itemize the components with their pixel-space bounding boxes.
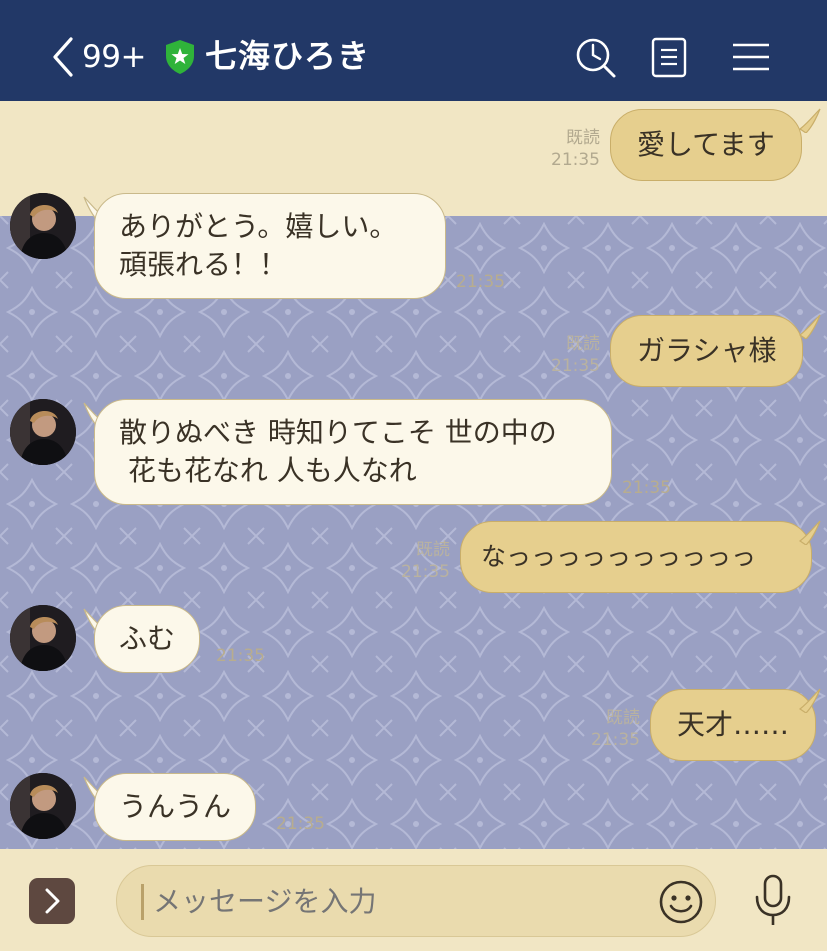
message-time: 21:35 (401, 562, 450, 582)
read-receipt: 既読 (606, 708, 640, 728)
avatar[interactable] (10, 399, 76, 465)
search-button[interactable] (574, 36, 618, 80)
unread-count: 99+ (82, 39, 146, 75)
avatar-image (10, 605, 76, 671)
message-bubble-out[interactable]: ガラシャ様 (610, 315, 804, 387)
message-time: 21:35 (456, 272, 505, 292)
bubble-tail (798, 688, 821, 713)
search-clock-icon (576, 38, 616, 78)
message-composer (0, 849, 827, 951)
message-text: なっっっっっっっっっっ (481, 542, 757, 571)
menu-icon (733, 43, 769, 71)
notes-button[interactable] (648, 36, 692, 80)
message-time: 21:35 (216, 646, 265, 666)
text-caret (141, 884, 144, 920)
message-meta: 既読 21:35 (390, 539, 450, 583)
message-time: 21:35 (591, 730, 640, 750)
message-bubble-out[interactable]: 天才…… (650, 689, 817, 761)
shield-star-icon (166, 40, 194, 74)
avatar-image (10, 399, 76, 465)
message-time: 21:35 (551, 356, 600, 376)
read-receipt: 既読 (416, 540, 450, 560)
expand-button[interactable] (29, 878, 75, 924)
bubble-tail (798, 314, 821, 339)
back-button[interactable]: 99+ (50, 34, 150, 80)
microphone-icon[interactable] (750, 873, 796, 929)
message-time: 21:35 (551, 150, 600, 170)
menu-button[interactable] (730, 36, 774, 80)
message-text: ガラシャ様 (637, 334, 777, 367)
smiley-icon[interactable] (657, 878, 705, 926)
message-text-line: うんうん (119, 790, 232, 823)
message-input-container[interactable] (116, 865, 716, 938)
message-time: 21:35 (622, 478, 671, 498)
message-text-line: 頑張れる！！ (119, 248, 288, 281)
message-input[interactable] (153, 866, 653, 938)
message-meta: 既読 21:35 (540, 127, 600, 171)
chat-title: 七海ひろき (205, 37, 371, 75)
message-text: 愛してます (637, 128, 775, 161)
chevron-left-icon (53, 37, 73, 77)
read-receipt: 既読 (566, 334, 600, 354)
message-meta: 既読 21:35 (580, 707, 640, 751)
message-bubble-out[interactable]: 愛してます (610, 109, 802, 181)
chevron-right-icon (45, 888, 60, 914)
message-bubble-in[interactable]: うんうん (94, 773, 257, 841)
avatar-image (10, 193, 76, 259)
notes-icon (651, 37, 687, 78)
avatar[interactable] (10, 773, 76, 839)
bubble-tail (798, 108, 821, 133)
message-time: 21:35 (276, 814, 325, 834)
message-text-line: ふむ (119, 622, 176, 655)
message-bubble-in[interactable]: ありがとう。嬉しい。 頑張れる！！ (94, 193, 446, 299)
bubble-tail (798, 520, 821, 545)
message-bubble-in[interactable]: 散りぬべき 時知りてこそ 世の中の 花も花なれ 人も人なれ (94, 399, 612, 505)
chat-area[interactable]: 既読 21:35 愛してます ありがとう。嬉しい。 頑張れる！！ 21:35 既… (0, 101, 827, 849)
message-text-line: 散りぬべき 時知りてこそ 世の中の (119, 416, 557, 449)
read-receipt: 既読 (566, 128, 600, 148)
avatar[interactable] (10, 605, 76, 671)
avatar[interactable] (10, 193, 76, 259)
avatar-image (10, 773, 76, 839)
chat-header: 99+ 七海ひろき (0, 0, 827, 101)
message-text-line: 花も花なれ 人も人なれ (119, 454, 417, 487)
message-meta: 既読 21:35 (540, 333, 600, 377)
message-text-line: ありがとう。嬉しい。 (119, 210, 398, 243)
message-bubble-out[interactable]: なっっっっっっっっっっ (460, 521, 812, 593)
message-bubble-in[interactable]: ふむ (94, 605, 201, 673)
message-text: 天才…… (677, 708, 790, 741)
